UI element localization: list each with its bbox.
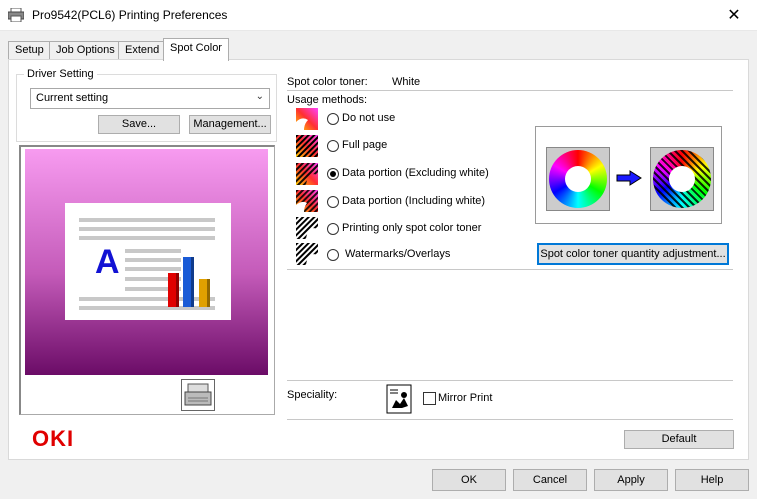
preview-document: A: [65, 203, 231, 320]
option-label: Data portion (Excluding white): [342, 167, 489, 179]
usage-methods-label: Usage methods:: [287, 94, 368, 106]
mirror-print-icon: [386, 384, 412, 414]
option-label: Watermarks/Overlays: [345, 248, 451, 260]
ok-button[interactable]: OK: [432, 469, 506, 491]
printer-preview-icon[interactable]: [181, 379, 215, 411]
watermarks-icon: [296, 243, 318, 265]
color-ring-after: [650, 147, 714, 211]
divider: [287, 90, 733, 91]
radio-data-excluding-white[interactable]: [327, 168, 339, 180]
radio-spot-only[interactable]: [327, 223, 339, 235]
driver-setting-legend: Driver Setting: [24, 68, 97, 80]
radio-do-not-use[interactable]: [327, 113, 339, 125]
spot-color-adjustment-button[interactable]: Spot color toner quantity adjustment...: [537, 243, 729, 265]
driver-setting-select[interactable]: Current setting ⌄: [30, 88, 270, 109]
spot-only-icon: [296, 217, 318, 239]
option-label: Do not use: [342, 112, 396, 124]
option-label: Printing only spot color toner: [342, 222, 482, 234]
option-label: Full page: [342, 139, 388, 151]
default-button[interactable]: Default: [624, 430, 734, 449]
bar-graphic: [168, 273, 179, 307]
arrow-right-icon: [616, 170, 642, 186]
radio-watermarks[interactable]: [327, 249, 339, 261]
data-excluding-white-icon: [296, 163, 318, 185]
mirror-print-checkbox[interactable]: [423, 392, 436, 405]
radio-data-including-white[interactable]: [327, 196, 339, 208]
tab-extend[interactable]: Extend: [118, 41, 167, 60]
printer-icon: [8, 8, 24, 22]
oki-logo: OKI: [32, 426, 75, 451]
mirror-print-label: Mirror Print: [438, 392, 493, 404]
close-button[interactable]: ✕: [711, 0, 757, 31]
driver-setting-value: Current setting: [36, 92, 109, 104]
cancel-button[interactable]: Cancel: [513, 469, 587, 491]
close-icon: ✕: [727, 7, 741, 24]
divider: [287, 269, 733, 270]
spot-color-illustration: [535, 126, 722, 224]
color-ring-before: [546, 147, 610, 211]
tab-job-options[interactable]: Job Options: [49, 41, 122, 60]
tab-setup[interactable]: Setup: [8, 41, 51, 60]
management-button[interactable]: Management...: [189, 115, 271, 134]
chevron-down-icon: ⌄: [255, 91, 264, 102]
apply-button[interactable]: Apply: [594, 469, 668, 491]
divider: [287, 380, 733, 381]
letter-a-graphic: A: [95, 243, 120, 281]
bar-graphic: [183, 257, 194, 307]
preview-image: A: [25, 149, 268, 375]
data-including-white-icon: [296, 190, 318, 212]
divider: [287, 419, 733, 420]
spot-color-toner-label: Spot color toner:: [287, 76, 368, 88]
option-label: Data portion (Including white): [342, 195, 486, 207]
do-not-use-icon: [296, 108, 318, 130]
speciality-label: Speciality:: [287, 389, 338, 401]
help-button[interactable]: Help: [675, 469, 749, 491]
title-bar: Pro9542(PCL6) Printing Preferences ✕: [0, 0, 757, 31]
tab-spot-color[interactable]: Spot Color: [163, 38, 229, 61]
spot-color-toner-value: White: [392, 76, 421, 88]
full-page-icon: [296, 135, 318, 157]
window-title: Pro9542(PCL6) Printing Preferences: [32, 8, 228, 22]
bar-graphic: [199, 279, 210, 307]
save-button[interactable]: Save...: [98, 115, 180, 134]
radio-full-page[interactable]: [327, 140, 339, 152]
